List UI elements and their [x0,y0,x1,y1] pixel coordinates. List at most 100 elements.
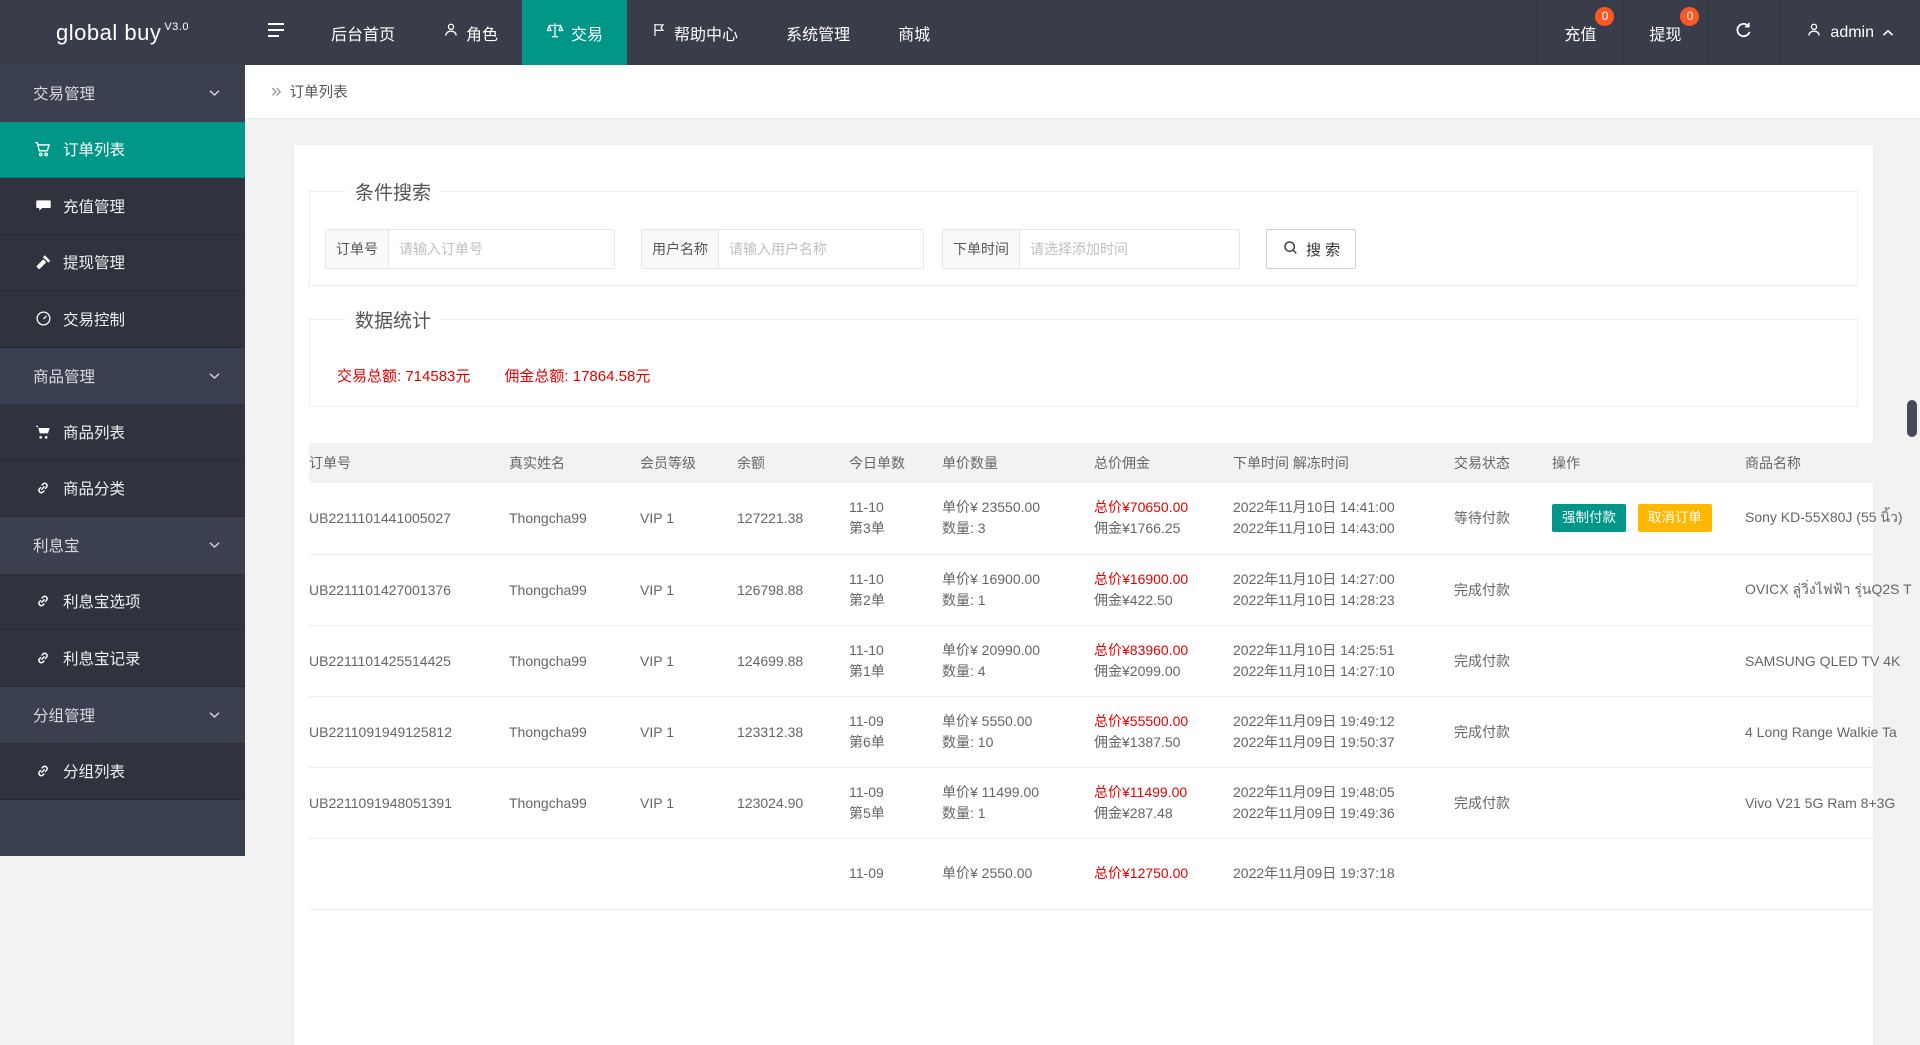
col-actions: 操作 [1552,443,1745,483]
order-time: 2022年11月09日 19:48:05 [1233,783,1395,800]
order-no-field-group: 订单号 [325,229,615,269]
nav-item-home[interactable]: 后台首页 [307,0,419,65]
order-time-field-group: 下单时间 [942,229,1240,269]
times-cell: 2022年11月09日 19:49:12 2022年11月09日 19:50:3… [1233,696,1454,768]
gauge-icon [33,310,53,327]
order-no-cell: UB2211101427001376 [309,554,509,626]
commission: 佣金¥1766.25 [1094,520,1181,537]
nav-item-label: 帮助中心 [674,26,739,44]
recharge-button[interactable]: 充值 0 [1537,0,1622,65]
search-button[interactable]: 搜 索 [1266,229,1357,269]
scrollbar-thumb[interactable] [1907,400,1917,437]
real-name-cell: Thongcha99 [509,767,640,839]
breadcrumb-current: 订单列表 [289,85,348,101]
nav-item-label: 交易 [571,26,604,44]
actions-cell [1552,554,1745,626]
order-no-cell: UB2211091948051391 [309,767,509,839]
order-no-input[interactable] [389,230,614,268]
real-name-cell: Thongcha99 [509,554,640,626]
balance-cell: 127221.38 [737,483,849,555]
sidebar-item-order-list[interactable]: 订单列表 [0,121,245,178]
nav-item-help-center[interactable]: 帮助中心 [627,0,762,65]
product-cell: 4 Long Range Walkie Ta [1745,696,1920,768]
sidebar-group-trade-manage[interactable]: 交易管理 [0,65,245,122]
chevron-up-icon [1882,24,1894,42]
total-price: 总价¥11499.00 [1094,783,1188,800]
person-icon [1806,22,1822,43]
sidebar-group-group-manage[interactable]: 分组管理 [0,686,245,743]
withdraw-button[interactable]: 提现 0 [1622,0,1707,65]
quantity: 数量: 1 [942,591,986,608]
user-name-input[interactable] [719,230,923,268]
unit-price-cell: 单价¥ 23550.00 数量: 3 [942,483,1094,555]
table-row: UB2211101427001376 Thongcha99 VIP 1 1267… [309,554,1920,626]
force-pay-button[interactable]: 强制付款 [1552,504,1626,533]
nav-item-roles[interactable]: 角色 [419,0,522,65]
col-product: 商品名称 [1745,443,1920,483]
sidebar-item-goods-list[interactable]: 商品列表 [0,404,245,461]
brand-version: V3.0 [164,20,189,33]
unit-price: 单价¥ 16900.00 [942,570,1041,587]
quantity: 数量: 1 [942,804,986,821]
times-cell: 2022年11月10日 14:27:00 2022年11月10日 14:28:2… [1233,554,1454,626]
sidebar-item-withdraw-manage[interactable]: 提现管理 [0,234,245,291]
sidebar-group-label: 利息宝 [33,538,80,556]
order-time-input[interactable] [1020,230,1239,268]
link-icon [33,480,53,496]
times-cell: 2022年11月09日 19:37:18 [1233,838,1454,910]
sidebar-group-interest[interactable]: 利息宝 [0,517,245,574]
link-icon [33,593,53,609]
unfreeze-time: 2022年11月10日 14:28:23 [1233,591,1395,608]
topbar-right: 充值 0 提现 0 admin [1537,0,1920,65]
unfreeze-time: 2022年11月10日 14:43:00 [1233,520,1395,537]
breadcrumb-arrow-icon: » [271,80,282,102]
order-seq: 第1单 [849,662,885,679]
sidebar-item-group-list[interactable]: 分组列表 [0,743,245,800]
order-date: 11-10 [849,499,884,516]
sidebar-item-interest-options[interactable]: 利息宝选项 [0,573,245,630]
order-time: 2022年11月10日 14:41:00 [1233,499,1395,516]
nav-item-mall[interactable]: 商城 [874,0,954,65]
status-cell: 完成付款 [1454,554,1552,626]
scales-icon [546,21,564,44]
refresh-button[interactable] [1707,0,1779,65]
sidebar-item-trade-control[interactable]: 交易控制 [0,291,245,348]
user-menu[interactable]: admin [1779,0,1920,65]
vip-level-cell: VIP 1 [640,483,737,555]
commission-total-value: 17864.58元 [572,368,651,385]
col-status: 交易状态 [1454,443,1552,483]
balance-cell: 124699.88 [737,625,849,697]
sidebar-item-goods-category[interactable]: 商品分类 [0,460,245,517]
times-cell: 2022年11月10日 14:25:51 2022年11月10日 14:27:1… [1233,625,1454,697]
commission-total: 佣金总额: 17864.58元 [504,365,650,386]
unit-price-cell: 单价¥ 20990.00 数量: 4 [942,625,1094,697]
sidebar-toggle-button[interactable] [245,0,307,65]
real-name-cell [509,838,640,910]
main-content: 条件搜索 订单号 用户名称 下单时间 搜 索 [245,119,1920,1045]
sidebar-group-goods-manage[interactable]: 商品管理 [0,347,245,404]
sidebar-item-recharge-manage[interactable]: 充值管理 [0,178,245,235]
vip-level-cell: VIP 1 [640,625,737,697]
order-time-label: 下单时间 [943,230,1020,268]
sidebar-item-interest-records[interactable]: 利息宝记录 [0,630,245,687]
balance-cell: 123024.90 [737,767,849,839]
today-orders-cell: 11-10 第1单 [849,625,942,697]
order-date: 11-09 [849,865,884,881]
today-orders-cell: 11-09 第6单 [849,696,942,768]
real-name-cell: Thongcha99 [509,696,640,768]
table-row: 11-09 单价¥ 2550.00 总价¥12750.00 2022年11月09… [309,838,1920,910]
sidebar-item-label: 分组列表 [63,763,126,781]
nav-item-system[interactable]: 系统管理 [762,0,874,65]
table-header-row: 订单号 真实姓名 会员等级 余额 今日单数 单价数量 总价佣金 下单时间 解冻时… [309,443,1920,483]
vip-level-cell: VIP 1 [640,767,737,839]
order-seq: 第2单 [849,591,885,608]
cancel-order-button[interactable]: 取消订单 [1637,504,1712,533]
stats-line: 交易总额: 714583元 佣金总额: 17864.58元 [325,357,1842,390]
status-cell: 完成付款 [1454,625,1552,697]
orders-table: 订单号 真实姓名 会员等级 余额 今日单数 单价数量 总价佣金 下单时间 解冻时… [309,443,1920,910]
actions-cell [1552,838,1745,910]
nav-item-trade[interactable]: 交易 [522,0,628,65]
sidebar-item-label: 商品分类 [63,481,126,499]
brand-logo: global buy V3.0 [0,0,245,65]
quantity: 数量: 10 [942,733,994,750]
